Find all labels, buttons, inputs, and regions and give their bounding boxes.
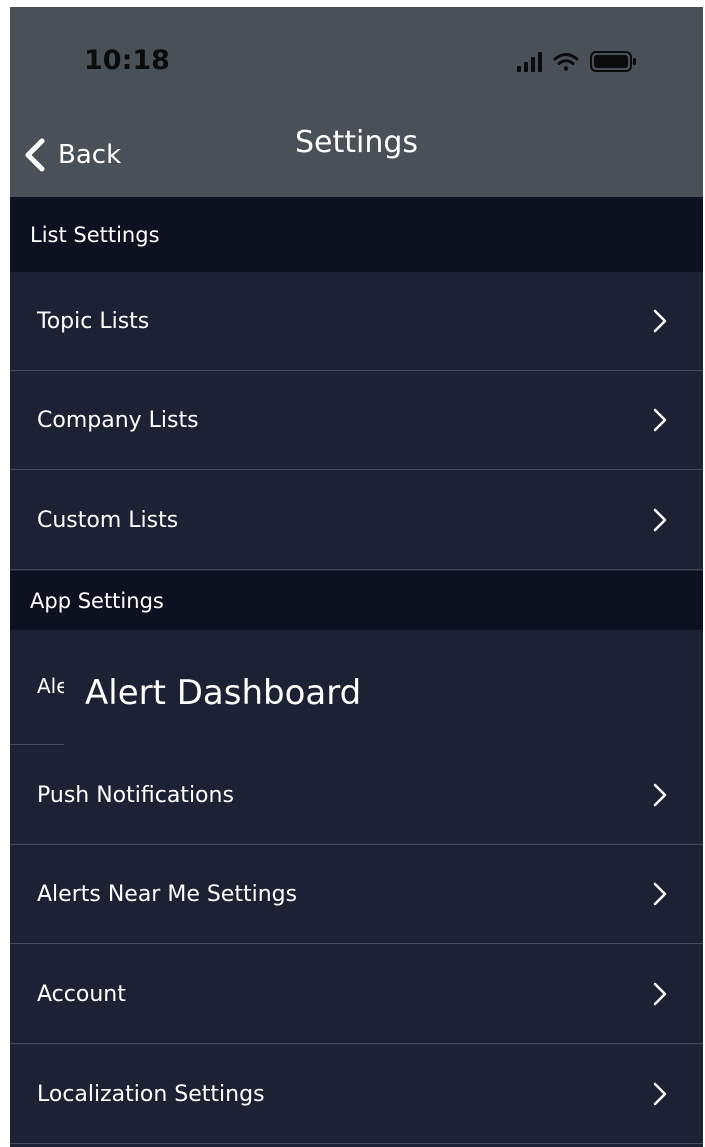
section-header-list-settings: List Settings — [10, 197, 703, 272]
list-item-label: Custom Lists — [37, 508, 179, 533]
chevron-right-icon — [653, 408, 667, 432]
page-title: Settings — [294, 125, 419, 160]
signal-icon — [517, 52, 542, 72]
list-item-push-notifications[interactable]: Push Notifications — [10, 746, 703, 845]
chevron-right-icon — [653, 1082, 667, 1106]
list-item-localization-settings[interactable]: Localization Settings — [10, 1045, 703, 1144]
list-item-company-lists[interactable]: Company Lists — [10, 371, 703, 470]
list-item-label: Company Lists — [37, 408, 199, 433]
chevron-right-icon — [653, 982, 667, 1006]
list-item-alerts-near-me-settings[interactable]: Alerts Near Me Settings — [10, 845, 703, 944]
list-item-label-truncated: Ale — [37, 674, 64, 698]
wifi-icon — [553, 53, 579, 71]
chevron-right-icon — [653, 309, 667, 333]
battery-icon — [590, 51, 636, 72]
list-item-label: Push Notifications — [37, 783, 234, 808]
chevron-right-icon — [653, 508, 667, 532]
list-item-label: Localization Settings — [37, 1082, 265, 1107]
list-item-alert-dashboard[interactable]: Ale — [10, 630, 64, 745]
status-time: 10:18 — [84, 45, 170, 76]
list-item-label: Account — [37, 982, 126, 1007]
list-item-label: Topic Lists — [37, 309, 150, 334]
drag-preview-label: Alert Dashboard — [85, 673, 362, 713]
chevron-right-icon — [653, 882, 667, 906]
settings-screen: 10:18 Back Settings List Settings Topic … — [10, 7, 703, 1147]
list-item-label: Alerts Near Me Settings — [37, 882, 298, 907]
list-item-topic-lists[interactable]: Topic Lists — [10, 272, 703, 371]
section-header-app-settings: App Settings — [10, 571, 703, 630]
list-item-custom-lists[interactable]: Custom Lists — [10, 471, 703, 570]
list-item-account[interactable]: Account — [10, 945, 703, 1044]
divider — [10, 744, 64, 745]
status-icons — [517, 51, 636, 72]
chevron-right-icon — [653, 783, 667, 807]
nav-header: 10:18 Back Settings — [10, 7, 703, 198]
